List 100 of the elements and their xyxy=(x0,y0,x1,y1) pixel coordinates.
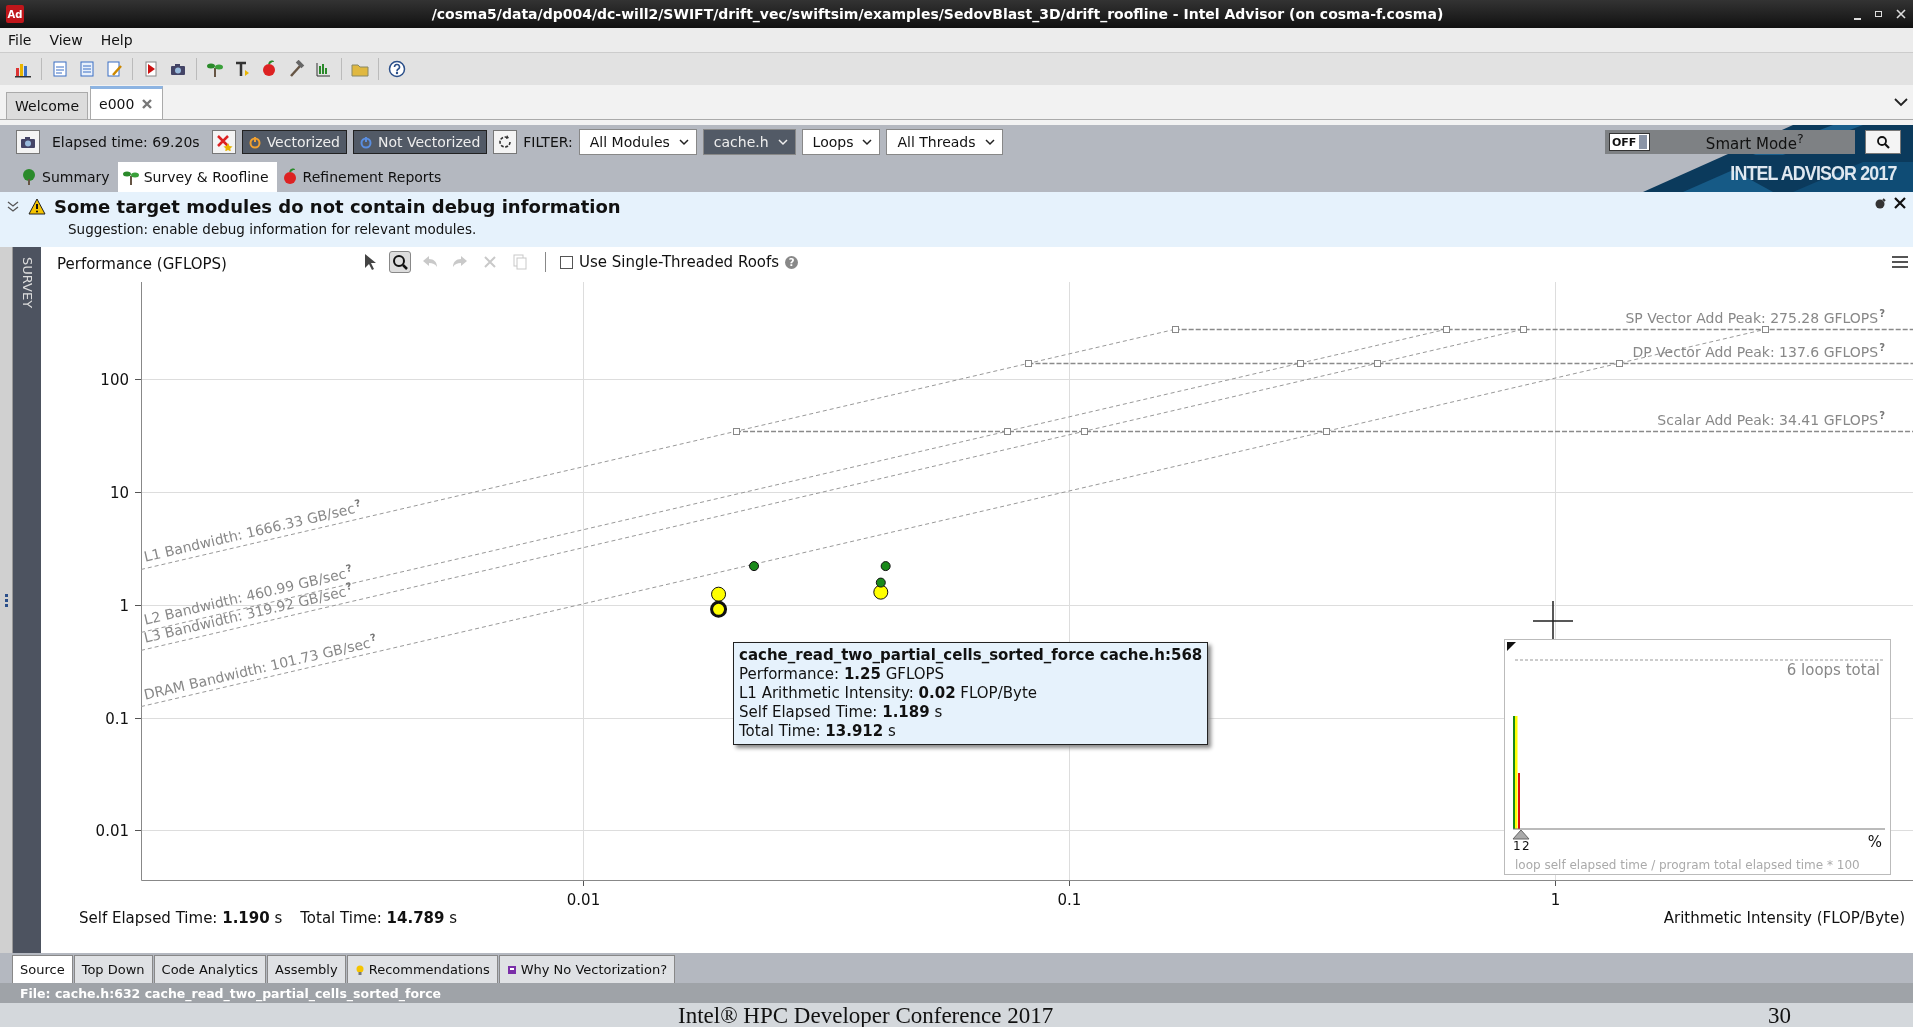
bottom-tab[interactable]: Code Analytics xyxy=(153,955,266,983)
x-tick xyxy=(583,879,584,887)
threshold-slider-handle[interactable] xyxy=(1512,829,1530,840)
roof-intersection-marker xyxy=(1025,360,1032,367)
tooltip-line: Self Elapsed Time: 1.189 s xyxy=(739,703,944,722)
tooltip-line: Performance: 1.25 GFLOPS xyxy=(739,665,946,684)
corner-triangle-icon[interactable] xyxy=(1507,642,1516,651)
clear-filter-button[interactable] xyxy=(211,130,236,154)
y-axis-title: Performance (GFLOPS) xyxy=(57,254,228,273)
unit-label: % xyxy=(1867,833,1882,851)
roof-label: Scalar Add Peak: 34.41 GFLOPS$^{?}$ xyxy=(1657,409,1885,428)
chevron-down-icon[interactable] xyxy=(1893,95,1909,109)
slide-number: 30 xyxy=(1768,1003,1791,1027)
dropdown[interactable]: Loops xyxy=(801,129,881,155)
menu-item[interactable]: Help xyxy=(100,32,133,48)
roof-intersection-marker xyxy=(1443,326,1450,333)
crosshair-icon xyxy=(1533,601,1573,641)
tree-icon xyxy=(20,168,38,186)
document-tab[interactable]: e000 xyxy=(90,86,164,119)
tooltip-title: cache_read_two_partial_cells_sorted_force cache.h:568 xyxy=(739,646,1203,665)
bottom-tab[interactable]: Recommendations xyxy=(346,955,498,983)
roof-label: DP Vector Add Peak: 137.6 GFLOPS$^{?}$ xyxy=(1632,341,1885,360)
chart-icon[interactable] xyxy=(314,60,332,78)
warning-icon xyxy=(28,197,46,216)
y-tick xyxy=(134,379,142,380)
histogram-tick-label: 2 xyxy=(1522,839,1530,853)
y-tick xyxy=(134,605,142,606)
close-icon[interactable] xyxy=(1895,7,1907,21)
toggle-switch[interactable]: OFF xyxy=(1609,133,1651,151)
tooltip-line: L1 Arithmetic Intensity: 0.02 FLOP/Byte xyxy=(739,684,1038,703)
collapse-chevron-icon[interactable] xyxy=(6,200,20,213)
roof-intersection-marker xyxy=(1520,326,1527,333)
dropdown[interactable]: All Threads xyxy=(886,129,1003,155)
view-tab[interactable]: Refinement Reports xyxy=(276,162,450,192)
chevron-down-icon xyxy=(861,137,874,147)
warning-suggestion: Suggestion: enable debug information for relevant modules. xyxy=(68,221,478,237)
x-axis-title: Arithmetic Intensity (FLOP/Byte) xyxy=(1663,909,1905,927)
loop-dot[interactable] xyxy=(711,586,727,602)
search-button[interactable] xyxy=(1865,130,1901,154)
close-icon[interactable] xyxy=(1893,196,1907,210)
menu-item[interactable]: View xyxy=(49,32,83,48)
dropdown[interactable]: cache.h xyxy=(702,129,796,155)
help-icon[interactable] xyxy=(388,60,406,78)
checkbox-label[interactable]: Use Single-Threaded Roofs xyxy=(579,253,780,271)
app-logo: Ad xyxy=(6,5,24,23)
y-tick xyxy=(134,718,142,719)
filter-label: FILTER: xyxy=(523,134,573,150)
roof-intersection-marker xyxy=(1616,360,1623,367)
y-tick xyxy=(134,830,142,831)
bottom-tab[interactable]: Assembly xyxy=(267,955,346,983)
snapshot-button[interactable] xyxy=(16,130,40,154)
menu-item[interactable]: File xyxy=(8,32,32,48)
summary-stat: Self Elapsed Time: 1.190 s xyxy=(79,909,283,927)
grip-icon[interactable] xyxy=(2,592,10,608)
dropdown[interactable]: All Modules xyxy=(578,129,697,155)
warning-title: Some target modules do not contain debug information xyxy=(54,196,621,217)
filter-toggle[interactable]: Not Vectorized xyxy=(353,130,488,154)
product-name: INTEL ADVISOR 2017 xyxy=(1730,161,1897,185)
loop-dot[interactable] xyxy=(875,577,886,588)
bottom-tab[interactable]: Source xyxy=(12,955,73,983)
checkbox[interactable] xyxy=(560,255,573,269)
tooltip-line: Total Time: 13.912 s xyxy=(739,722,897,741)
view-tab[interactable]: Survey & Roofline xyxy=(117,162,277,192)
menu-icon[interactable] xyxy=(1891,254,1909,270)
roof-intersection-marker xyxy=(1762,326,1769,333)
x-tick xyxy=(1555,879,1556,887)
histogram-tick-label: 1 xyxy=(1513,839,1521,853)
document-edit-icon[interactable] xyxy=(105,60,123,78)
file-path: File: cache.h:632 cache_read_two_partial_cells_sorted_force xyxy=(0,983,1913,1003)
roof-label: SP Vector Add Peak: 275.28 GFLOPS$^{?}$ xyxy=(1625,307,1885,326)
play-icon[interactable] xyxy=(142,60,160,78)
document-tab[interactable]: Welcome xyxy=(6,92,89,119)
x-tick-label: 0.1 xyxy=(1057,891,1082,905)
help-icon[interactable]: ? xyxy=(785,255,799,269)
bottom-tab[interactable]: Top Down xyxy=(73,955,153,983)
y-tick-label: 0.1 xyxy=(105,709,129,728)
loop-dot[interactable] xyxy=(880,561,891,572)
chart-tool-button[interactable] xyxy=(389,251,411,273)
roof-intersection-marker xyxy=(1374,360,1381,367)
elapsed-time: Elapsed time: 69.20s xyxy=(52,134,200,150)
x-tick xyxy=(1069,879,1070,887)
histogram-caption: loop self elapsed time / program total elapsed time * 100 xyxy=(1515,858,1860,872)
filter-toggle[interactable]: Vectorized xyxy=(241,130,347,154)
slide-footer-title: Intel® HPC Developer Conference 2017 xyxy=(678,1003,1054,1027)
bottom-tab[interactable]: Why No Vectorization? xyxy=(498,955,676,983)
loop-dot[interactable] xyxy=(873,584,889,600)
smart-mode-label: Smart Mode$^{?}$ xyxy=(1704,131,1805,153)
text-tool-icon[interactable] xyxy=(233,60,251,78)
loop-dot[interactable] xyxy=(749,561,759,572)
loop-dot[interactable] xyxy=(710,600,728,618)
roof-intersection-marker xyxy=(1081,428,1088,435)
y-tick-label: 1 xyxy=(119,596,129,615)
roof-intersection-marker xyxy=(1297,360,1304,367)
view-tab[interactable]: Summary xyxy=(16,162,118,192)
apple-icon[interactable] xyxy=(260,60,278,78)
roof-intersection-marker xyxy=(1004,428,1011,435)
refresh-button[interactable] xyxy=(493,130,518,154)
hammer-icon[interactable] xyxy=(287,60,305,78)
x-tick-label: 0.01 xyxy=(566,891,601,905)
sidebar-tab[interactable]: SURVEY xyxy=(19,247,35,327)
